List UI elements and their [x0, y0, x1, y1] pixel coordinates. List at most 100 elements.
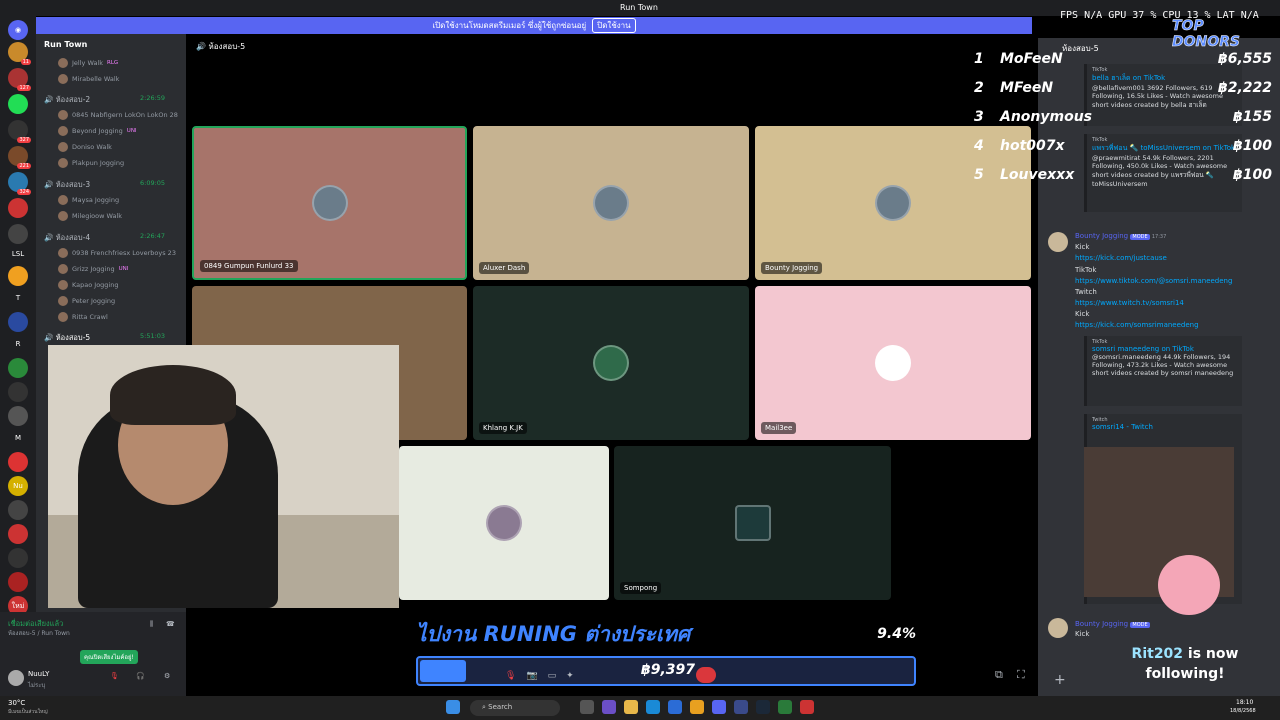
server-name[interactable]: Run Town [44, 40, 87, 49]
member-item[interactable]: Mirabelle Walk [58, 74, 119, 84]
server-icon[interactable] [8, 266, 28, 286]
app-icon[interactable] [800, 700, 814, 714]
role-badge: MODE [1130, 234, 1150, 240]
server-icon[interactable]: T [8, 288, 28, 308]
voice-channel[interactable]: 🔊 ห้องสอบ-2 2:26:59 [44, 94, 165, 106]
participant-tile[interactable]: Sompong [614, 446, 891, 600]
server-icon[interactable] [8, 406, 28, 426]
mic-muted-icon[interactable]: 🎙 [110, 672, 119, 680]
fullscreen-icon[interactable]: ⛶ [1017, 668, 1025, 682]
avatar[interactable] [1048, 232, 1068, 252]
member-item[interactable]: Peter Jogging [58, 296, 115, 306]
server-icon[interactable]: 327 [8, 120, 31, 143]
participant-tile[interactable]: 0849 Gumpun Funlurd 33 [192, 126, 467, 280]
app-icon[interactable] [778, 700, 792, 714]
donor-name: MFeeN [1000, 80, 1054, 96]
chrome-icon[interactable] [690, 700, 704, 714]
server-icon[interactable] [8, 524, 28, 544]
server-icon[interactable]: R [8, 334, 28, 354]
message-author[interactable]: Bounty Jogging MODE 17:37 [1075, 232, 1166, 240]
participant-tile[interactable]: Mail3ee [755, 286, 1031, 440]
embed-title[interactable]: somsri14 - Twitch [1092, 423, 1237, 431]
member-name: Grizz Jogging [72, 265, 115, 273]
activities-icon[interactable]: ✦ [566, 671, 574, 681]
app-icon[interactable] [734, 700, 748, 714]
server-icon[interactable] [8, 500, 28, 520]
channel-timer: 6:09:05 [140, 179, 166, 187]
mic-muted-icon[interactable]: 🎙 [505, 671, 516, 681]
disconnect-icon[interactable]: ☎ [166, 620, 175, 628]
windows-start-icon[interactable] [446, 700, 460, 714]
donor-amount: ฿100 [1233, 167, 1272, 183]
message-author[interactable]: Bounty Jogging MODE [1075, 620, 1150, 628]
gear-icon[interactable]: ⚙ [164, 672, 170, 680]
headphones-icon[interactable]: 🎧 [136, 672, 145, 680]
app-icon[interactable] [602, 700, 616, 714]
add-icon[interactable]: + [1054, 672, 1066, 688]
participant-tile[interactable]: Khlang K.JK [473, 286, 749, 440]
server-icon[interactable] [8, 198, 28, 218]
task-view-icon[interactable] [580, 700, 594, 714]
message-link[interactable]: https://www.tiktok.com/@somsri.maneedeng [1075, 277, 1232, 285]
avatar [875, 345, 911, 381]
member-item[interactable]: 0845 Nabfigern LokOn LokOn 28 [58, 110, 178, 120]
server-icon[interactable]: M [8, 428, 28, 448]
server-icon[interactable]: Nu [8, 476, 28, 496]
file-explorer-icon[interactable] [624, 700, 638, 714]
member-item[interactable]: Milegioow Walk [58, 211, 122, 221]
server-icon[interactable]: 11 [8, 42, 31, 65]
disable-streamer-mode-button[interactable]: ปิดใช้งาน [592, 18, 636, 33]
server-icon[interactable] [8, 572, 28, 592]
server-icon[interactable]: LSL [8, 244, 28, 264]
edge-icon[interactable] [646, 700, 660, 714]
member-item[interactable]: Jelly Walk RLG [58, 58, 118, 68]
voice-channel-active[interactable]: 🔊 ห้องสอบ-5 5:51:03 [44, 332, 165, 344]
participant-tile[interactable] [399, 446, 609, 600]
message-link[interactable]: https://www.twitch.tv/somsri14 [1075, 299, 1184, 307]
message-link[interactable]: https://kick.com/justcause [1075, 254, 1167, 262]
member-item[interactable]: Grizz Jogging UNI [58, 264, 128, 274]
avatar[interactable] [1048, 618, 1068, 638]
app-icon[interactable] [668, 700, 682, 714]
link-embed[interactable]: TikTok somsri maneedeng on TikTok @somsr… [1084, 336, 1242, 406]
member-item[interactable]: 0938 Frenchfriesx Loverboys 23 [58, 248, 176, 258]
taskbar-search[interactable]: ⌕ Search [470, 700, 560, 716]
member-item[interactable]: Kapao Jogging [58, 280, 118, 290]
voice-channel[interactable]: 🔊 ห้องสอบ-4 2:26:47 [44, 232, 165, 244]
disconnect-button[interactable] [696, 667, 716, 683]
donor-rank: 2 [974, 80, 984, 96]
server-icon[interactable] [8, 94, 28, 114]
server-icon[interactable] [8, 358, 28, 378]
embed-title[interactable]: somsri maneedeng on TikTok [1092, 345, 1237, 353]
discord-home-icon[interactable]: ◉ [8, 20, 28, 40]
server-icon[interactable] [8, 548, 28, 568]
clock-time[interactable]: 18:10 [1236, 699, 1253, 706]
server-icon[interactable] [8, 312, 28, 332]
donor-row: 5 Louvexxx ฿100 [972, 167, 1272, 189]
weather-temp[interactable]: 30°C [8, 699, 25, 707]
noise-suppression-icon[interactable]: ⫼ [150, 620, 153, 629]
server-icon[interactable] [8, 224, 28, 244]
camera-icon[interactable]: 📷 [526, 671, 537, 681]
discord-icon[interactable] [712, 700, 726, 714]
participant-tile[interactable]: Aluxer Dash [473, 126, 749, 280]
server-icon[interactable]: 221 [8, 146, 31, 169]
steam-icon[interactable] [756, 700, 770, 714]
member-item[interactable]: Beyond Jogging UNI [58, 126, 137, 136]
member-name: 0845 Nabfigern LokOn LokOn 28 [72, 111, 178, 119]
member-item[interactable]: Doniso Walk [58, 142, 112, 152]
message-link[interactable]: https://kick.com/somsrimaneedeng [1075, 321, 1199, 329]
screen-share-icon[interactable]: ▭ [548, 671, 557, 681]
popout-icon[interactable]: ⧉ [995, 668, 1003, 682]
server-icon[interactable] [8, 382, 28, 402]
server-icon[interactable] [8, 452, 28, 472]
member-item[interactable]: Maysa Jogging [58, 195, 119, 205]
server-icon[interactable]: 127 [8, 68, 31, 91]
voice-channel[interactable]: 🔊 ห้องสอบ-3 6:09:05 [44, 179, 165, 191]
member-item[interactable]: Ritta Crawl [58, 312, 108, 322]
avatar[interactable] [8, 670, 24, 686]
participant-name: Aluxer Dash [479, 262, 530, 274]
server-icon[interactable]: 324 [8, 172, 31, 195]
avatar [58, 312, 68, 322]
member-item[interactable]: Plakpun Jogging [58, 158, 124, 168]
